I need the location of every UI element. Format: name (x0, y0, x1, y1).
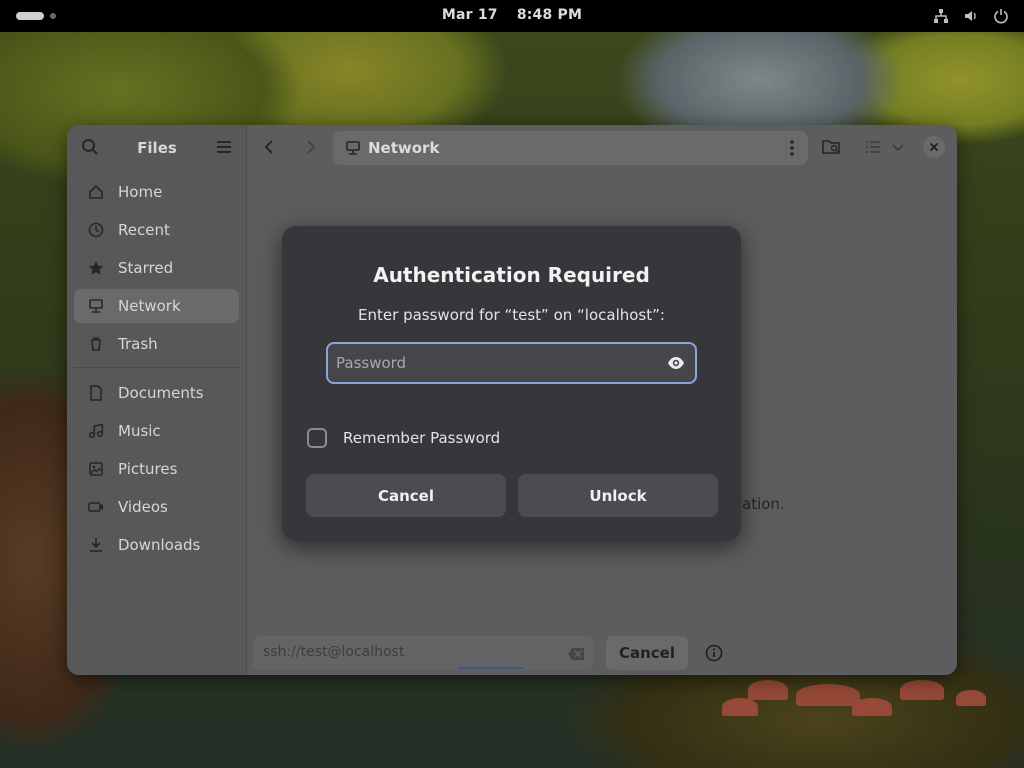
connection-progress-bar (458, 667, 524, 669)
sidebar-item-network[interactable]: Network (74, 289, 239, 323)
sidebar: Files Home Recent Starred Network Trash … (67, 125, 247, 675)
sidebar-item-documents[interactable]: Documents (74, 376, 239, 410)
hamburger-menu-icon[interactable] (216, 139, 232, 159)
document-icon (88, 385, 104, 401)
dialog-message: Enter password for “test” on “localhost”… (358, 306, 665, 324)
clock[interactable]: Mar 17 8:48 PM (0, 7, 1024, 23)
sidebar-item-starred[interactable]: Starred (74, 251, 239, 285)
close-button[interactable] (923, 136, 945, 162)
sidebar-item-label: Starred (118, 259, 174, 277)
clear-text-icon[interactable] (567, 646, 585, 665)
connect-to-server-bar: ssh://test@localhost Cancel (247, 631, 957, 675)
unlock-button[interactable]: Unlock (518, 474, 718, 517)
network-icon (932, 7, 950, 25)
path-label: Network (368, 139, 440, 157)
header-bar: Network (247, 125, 957, 171)
sidebar-item-label: Home (118, 183, 163, 201)
sidebar-item-downloads[interactable]: Downloads (74, 528, 239, 562)
authentication-dialog: Authentication Required Enter password f… (282, 226, 741, 541)
sidebar-item-videos[interactable]: Videos (74, 490, 239, 524)
sidebar-item-label: Network (118, 297, 181, 315)
download-icon (88, 537, 104, 553)
password-input[interactable] (336, 344, 656, 382)
empty-state-subtitle: ation. (742, 495, 785, 513)
sidebar-item-label: Pictures (118, 460, 178, 478)
clock-time: 8:48 PM (516, 7, 583, 23)
list-view-icon[interactable] (864, 138, 882, 160)
music-icon (88, 423, 104, 439)
top-bar: Mar 17 8:48 PM (0, 0, 1024, 32)
sidebar-item-recent[interactable]: Recent (74, 213, 239, 247)
back-button[interactable] (261, 138, 279, 160)
remember-password-option[interactable]: Remember Password (307, 428, 500, 448)
sidebar-item-trash[interactable]: Trash (74, 327, 239, 361)
path-bar[interactable]: Network (333, 131, 808, 165)
sidebar-item-label: Recent (118, 221, 170, 239)
connect-cancel-button[interactable]: Cancel (606, 636, 688, 670)
sidebar-item-music[interactable]: Music (74, 414, 239, 448)
info-icon[interactable] (705, 644, 723, 666)
sidebar-divider (74, 367, 239, 368)
home-icon (88, 184, 104, 200)
folder-search-icon[interactable] (822, 138, 842, 160)
sidebar-item-label: Videos (118, 498, 168, 516)
sidebar-header: Files (67, 125, 246, 171)
sidebar-places: Home Recent Starred Network Trash Docume… (67, 171, 246, 570)
password-field[interactable] (326, 342, 697, 384)
power-icon (992, 7, 1010, 25)
video-icon (88, 499, 104, 515)
forward-button[interactable] (301, 138, 319, 160)
cancel-button[interactable]: Cancel (306, 474, 506, 517)
sidebar-item-label: Downloads (118, 536, 201, 554)
server-address-text: ssh://test@localhost (263, 644, 405, 660)
clock-icon (88, 222, 104, 238)
sidebar-item-label: Documents (118, 384, 204, 402)
more-options-icon[interactable] (784, 139, 800, 161)
dialog-title: Authentication Required (373, 263, 650, 287)
sidebar-item-label: Music (118, 422, 161, 440)
sidebar-item-home[interactable]: Home (74, 175, 239, 209)
network-icon (345, 140, 361, 160)
show-password-icon[interactable] (667, 355, 685, 375)
remember-password-checkbox[interactable] (307, 428, 327, 448)
clock-date: Mar 17 (441, 7, 498, 23)
server-address-field[interactable]: ssh://test@localhost (253, 636, 593, 670)
sidebar-item-label: Trash (118, 335, 158, 353)
sidebar-item-pictures[interactable]: Pictures (74, 452, 239, 486)
chevron-down-icon[interactable] (891, 138, 905, 160)
star-icon (88, 260, 104, 276)
network-icon (88, 298, 104, 314)
volume-icon (962, 7, 980, 25)
trash-icon (88, 336, 104, 352)
picture-icon (88, 461, 104, 477)
system-tray[interactable] (932, 7, 1010, 25)
remember-password-label: Remember Password (343, 429, 501, 447)
